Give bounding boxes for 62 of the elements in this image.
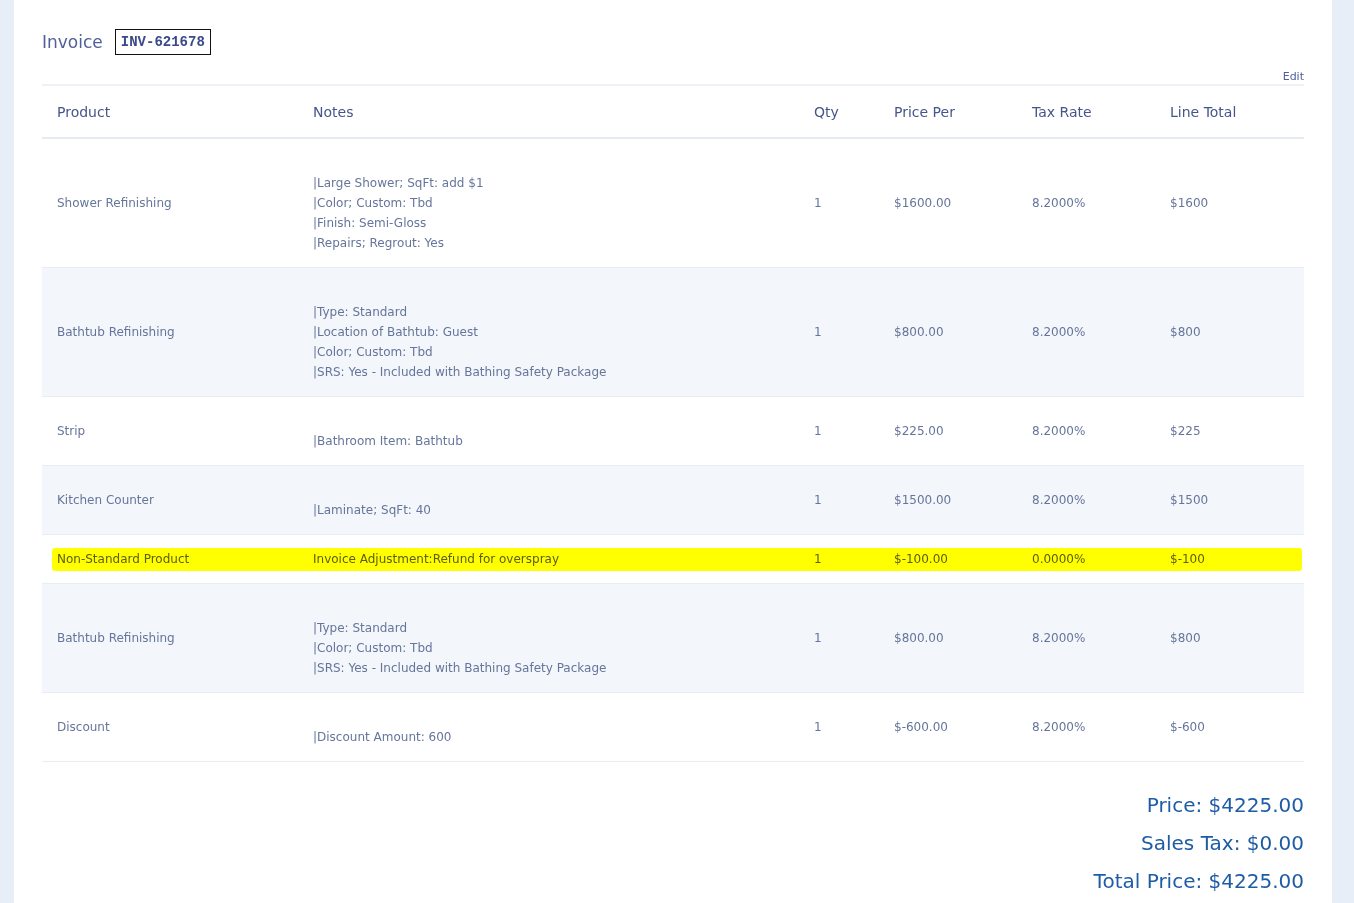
product-cell-text: Non-Standard Product bbox=[56, 552, 191, 566]
note-line: |Type: Standard bbox=[313, 620, 409, 637]
product-cell-text: Bathtub Refinishing bbox=[56, 325, 176, 339]
tax-rate-cell-text: 8.2000% bbox=[1031, 325, 1087, 339]
tax-rate-cell-text: 8.2000% bbox=[1031, 631, 1087, 645]
note-line: |Laminate; SqFt: 40 bbox=[313, 502, 432, 519]
line-total-cell-text: $1600 bbox=[1169, 196, 1210, 210]
note-line: |Finish: Semi-Gloss bbox=[313, 215, 428, 232]
note-line: |Color; Custom: Tbd bbox=[313, 640, 434, 657]
price-cell-text: $-600.00 bbox=[893, 720, 949, 734]
column-header: Price Per bbox=[893, 103, 956, 120]
price-cell-text: $225.00 bbox=[893, 424, 945, 438]
tax-rate-cell-text: 8.2000% bbox=[1031, 720, 1087, 734]
note-line: |SRS: Yes - Included with Bathing Safety Package bbox=[313, 364, 608, 381]
note-line: |Bathroom Item: Bathtub bbox=[313, 433, 464, 450]
invoice-title: Invoice bbox=[42, 32, 103, 52]
column-header: Product bbox=[56, 103, 112, 120]
note-line: Invoice Adjustment:Refund for overspray bbox=[313, 551, 561, 568]
note-line: |Large Shower; SqFt: add $1 bbox=[313, 175, 485, 192]
price-cell-text: $1600.00 bbox=[893, 196, 953, 210]
price-cell-text: $800.00 bbox=[893, 631, 945, 645]
note-line: |Repairs; Regrout: Yes bbox=[313, 235, 445, 252]
column-header: Line Total bbox=[1169, 103, 1238, 120]
total-line: Sales Tax: $0.00 bbox=[1141, 830, 1304, 857]
qty-cell-text: 1 bbox=[813, 325, 823, 339]
total-line: Price: $4225.00 bbox=[1146, 792, 1304, 819]
tax-rate-cell-text: 0.0000% bbox=[1031, 552, 1087, 566]
line-total-cell-text: $800 bbox=[1169, 631, 1202, 645]
note-line: |Discount Amount: 600 bbox=[313, 729, 453, 746]
column-header: Tax Rate bbox=[1031, 103, 1093, 120]
line-total-cell-text: $800 bbox=[1169, 325, 1202, 339]
price-cell-text: $1500.00 bbox=[893, 493, 953, 507]
note-line: |Color; Custom: Tbd bbox=[313, 195, 434, 212]
edit-link[interactable]: Edit bbox=[1282, 65, 1304, 84]
total-line: Total Price: $4225.00 bbox=[1093, 868, 1304, 895]
qty-cell-text: 1 bbox=[813, 196, 823, 210]
product-cell-text: Discount bbox=[56, 720, 111, 734]
note-line: |SRS: Yes - Included with Bathing Safety Package bbox=[313, 660, 608, 677]
product-cell-text: Shower Refinishing bbox=[56, 196, 173, 210]
qty-cell-text: 1 bbox=[813, 424, 823, 438]
product-cell-text: Bathtub Refinishing bbox=[56, 631, 176, 645]
qty-cell-text: 1 bbox=[813, 552, 823, 566]
line-total-cell-text: $-600 bbox=[1169, 720, 1206, 734]
invoice-number: INV-621678 bbox=[114, 29, 211, 55]
qty-cell-text: 1 bbox=[813, 631, 823, 645]
tax-rate-cell-text: 8.2000% bbox=[1031, 424, 1087, 438]
product-cell-text: Kitchen Counter bbox=[56, 493, 155, 507]
note-line: |Location of Bathtub: Guest bbox=[313, 324, 479, 341]
price-cell-text: $800.00 bbox=[893, 325, 945, 339]
qty-cell-text: 1 bbox=[813, 720, 823, 734]
note-line: |Color; Custom: Tbd bbox=[313, 344, 434, 361]
tax-rate-cell-text: 8.2000% bbox=[1031, 493, 1087, 507]
qty-cell-text: 1 bbox=[813, 493, 823, 507]
price-cell-text: $-100.00 bbox=[893, 552, 949, 566]
note-line: |Type: Standard bbox=[313, 304, 409, 321]
tax-rate-cell-text: 8.2000% bbox=[1031, 196, 1087, 210]
line-total-cell-text: $1500 bbox=[1169, 493, 1210, 507]
column-header: Qty bbox=[813, 103, 840, 120]
line-total-cell-text: $-100 bbox=[1169, 552, 1206, 566]
line-total-cell-text: $225 bbox=[1169, 424, 1202, 438]
column-header: Notes bbox=[312, 103, 355, 120]
product-cell-text: Strip bbox=[56, 424, 87, 438]
